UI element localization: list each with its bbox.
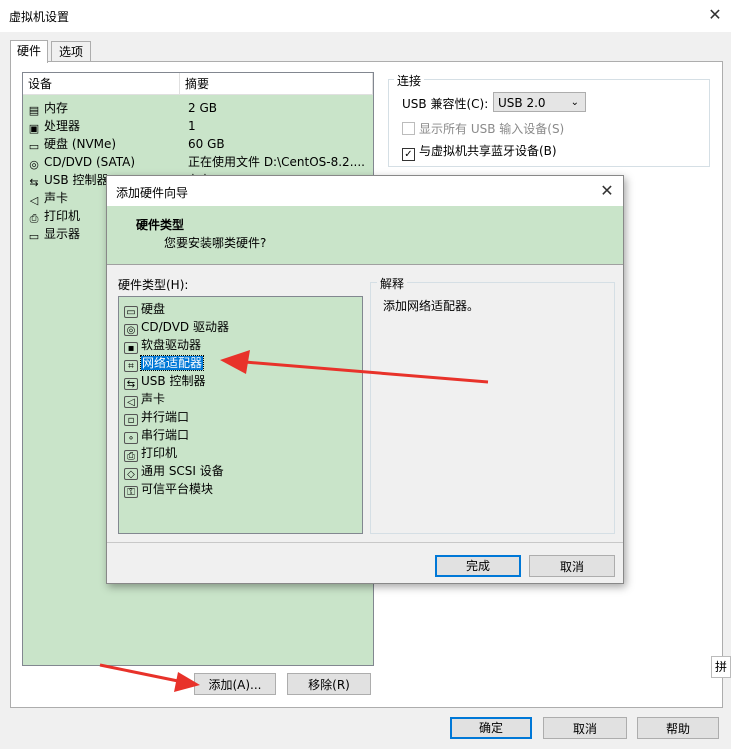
arrow-to-add-button <box>99 663 200 692</box>
annotation-arrows <box>99 350 489 692</box>
tab-hardware[interactable]: 硬件 <box>10 40 48 63</box>
arrow-to-network-adapter <box>220 350 489 384</box>
